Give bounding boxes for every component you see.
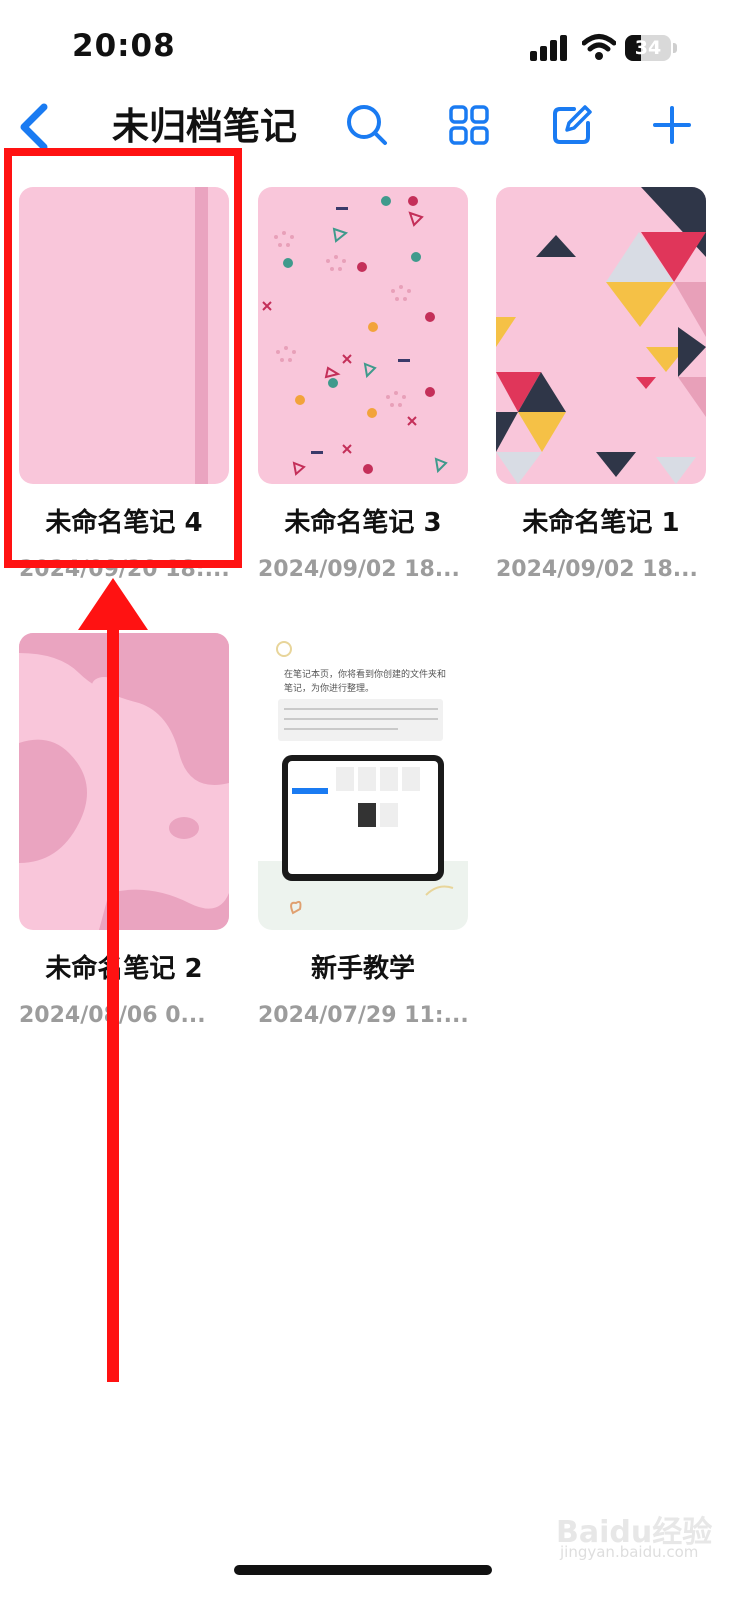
notebook-date: 2024/09/02 18... <box>496 557 698 582</box>
notebook-cover[interactable] <box>496 187 706 484</box>
status-time: 20:08 <box>72 28 176 64</box>
wifi-icon <box>582 34 616 60</box>
tutorial-text-line: 笔记，为你进行整理。 <box>284 684 375 694</box>
home-indicator[interactable] <box>234 1565 492 1575</box>
status-bar: 20:08 34 <box>0 0 739 90</box>
notebook-cover[interactable]: 在笔记本页，你将看到你创建的文件夹和 笔记，为你进行整理。 <box>258 633 468 930</box>
back-chevron-icon[interactable] <box>14 101 54 153</box>
cellular-signal-icon <box>530 35 567 61</box>
add-icon[interactable] <box>650 103 694 147</box>
notebook-cover[interactable] <box>19 187 229 484</box>
notebook-name: 未命名笔记 4 <box>45 508 203 538</box>
notebook-cover[interactable] <box>258 187 468 484</box>
watermark-url: jingyan.baidu.com <box>560 1543 699 1561</box>
notebook-date: 2024/09/02 18... <box>258 557 460 582</box>
notebook-cover[interactable] <box>19 633 229 930</box>
battery-icon: 34 <box>625 35 677 61</box>
notebook-date: 2024/07/29 11:... <box>258 1003 469 1028</box>
grid-view-icon[interactable] <box>447 103 491 147</box>
notebook-date: 2024/09/20 18:... <box>19 557 230 582</box>
notebook-name: 未命名笔记 3 <box>284 508 442 538</box>
tutorial-text-line: 在笔记本页，你将看到你创建的文件夹和 <box>284 670 447 680</box>
search-icon[interactable] <box>345 103 389 147</box>
battery-percent: 34 <box>634 37 662 59</box>
nav-bar: 未归档笔记 <box>0 95 739 165</box>
notebook-date: 2024/08/06 0... <box>19 1003 206 1028</box>
notebook-name: 新手教学 <box>310 954 415 984</box>
notebook-name: 未命名笔记 2 <box>45 954 203 984</box>
compose-icon[interactable] <box>550 103 594 147</box>
notebook-name: 未命名笔记 1 <box>522 508 680 538</box>
page-title: 未归档笔记 <box>112 105 297 148</box>
